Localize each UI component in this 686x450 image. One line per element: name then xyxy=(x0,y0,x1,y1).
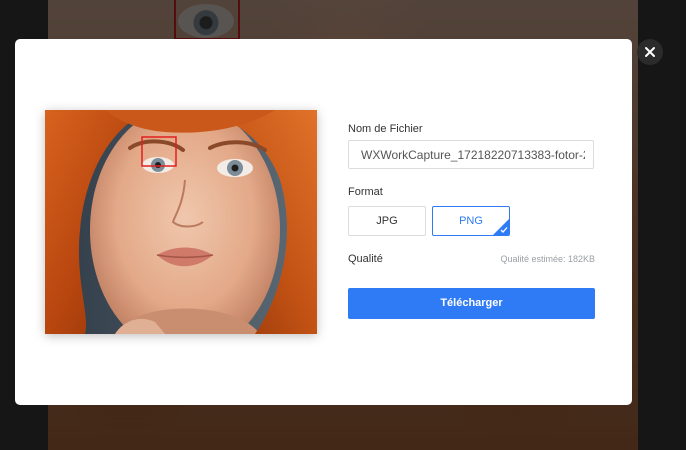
image-preview xyxy=(45,110,317,334)
format-label: Format xyxy=(348,186,383,198)
portrait-image xyxy=(45,110,317,334)
close-button[interactable] xyxy=(637,39,663,65)
format-option-png[interactable]: PNG xyxy=(432,206,510,236)
download-modal: Nom de Fichier Format JPG PNG Qualité Qu… xyxy=(15,39,632,405)
quality-label: Qualité xyxy=(348,253,383,265)
format-option-label: JPG xyxy=(376,215,398,227)
check-icon xyxy=(500,227,508,233)
close-icon xyxy=(645,47,655,57)
download-button[interactable]: Télécharger xyxy=(348,288,595,319)
filename-label: Nom de Fichier xyxy=(348,123,423,135)
quality-estimate: Qualité estimée: 182KB xyxy=(500,254,595,264)
filename-input[interactable] xyxy=(348,140,594,169)
format-option-label: PNG xyxy=(459,215,483,227)
format-option-jpg[interactable]: JPG xyxy=(348,206,426,236)
